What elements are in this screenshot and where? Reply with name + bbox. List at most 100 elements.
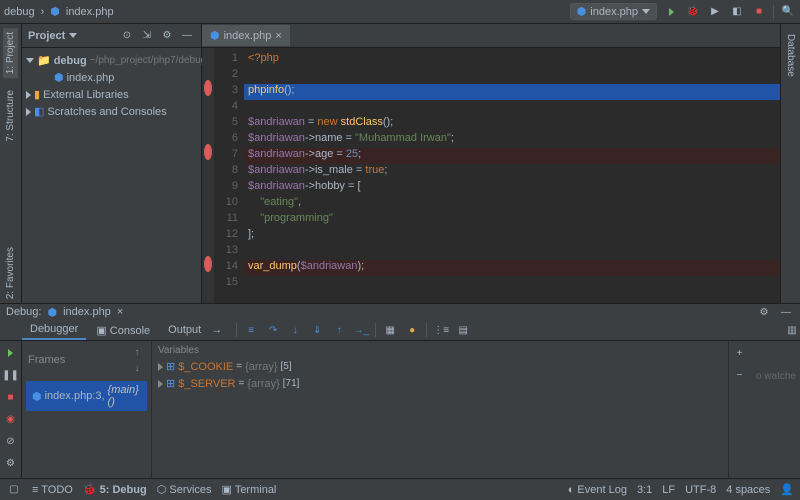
right-gutter: Database bbox=[780, 24, 800, 303]
inspector-icon[interactable]: 👤 bbox=[780, 483, 794, 496]
terminal-tool[interactable]: ▣ Terminal bbox=[222, 483, 277, 496]
project-tool-tab[interactable]: 1: Project bbox=[3, 28, 18, 78]
tree-label: index.php bbox=[67, 72, 115, 84]
editor-tabs: ⬢ index.php × bbox=[202, 24, 780, 48]
project-tree: 📁 debug ~/php_project/php7/debug ⬢ index… bbox=[22, 48, 201, 124]
line-ending[interactable]: LF bbox=[662, 484, 675, 496]
run-config-selector[interactable]: ⬢ index.php bbox=[570, 3, 657, 20]
console-icon: ▣ bbox=[96, 325, 106, 337]
stop-button[interactable]: ■ bbox=[751, 4, 767, 20]
locate-icon[interactable]: ⊙ bbox=[119, 28, 135, 44]
services-tool[interactable]: ⬡ Services bbox=[157, 483, 212, 496]
settings-icon[interactable]: ⚙ bbox=[3, 455, 19, 471]
variable-row[interactable]: ⊞ $_COOKIE = {array} [5] bbox=[154, 358, 726, 375]
run-config-label: index.php bbox=[590, 6, 638, 18]
separator bbox=[375, 323, 376, 337]
coverage-button[interactable]: ▶ bbox=[707, 4, 723, 20]
watches-hint: o watche bbox=[750, 341, 800, 493]
collapse-icon bbox=[26, 108, 31, 116]
editor-tab[interactable]: ⬢ index.php × bbox=[202, 25, 290, 46]
tool-windows-icon[interactable]: ▢ bbox=[6, 482, 22, 498]
tree-root[interactable]: 📁 debug ~/php_project/php7/debug bbox=[22, 52, 201, 69]
show-exec-point-icon[interactable]: ≡ bbox=[243, 322, 259, 338]
chevron-down-icon bbox=[642, 9, 650, 14]
favorites-tool-tab[interactable]: 2: Favorites bbox=[3, 243, 18, 303]
project-panel: Project ⊙ ⇲ ⚙ — 📁 debug ~/php_project/ph… bbox=[22, 24, 202, 303]
prev-frame-icon[interactable]: ↑ bbox=[129, 344, 145, 360]
sort-icon[interactable]: ⋮≡ bbox=[433, 322, 449, 338]
console-tab[interactable]: ▣ Console bbox=[88, 321, 158, 340]
profile-button[interactable]: ◧ bbox=[729, 4, 745, 20]
run-to-cursor-icon[interactable]: →_ bbox=[353, 322, 369, 338]
more-icon[interactable]: → bbox=[211, 324, 222, 336]
frames-header: Frames bbox=[28, 354, 65, 366]
todo-tool[interactable]: ≡ TODO bbox=[32, 484, 73, 496]
tree-scratches[interactable]: ◧ Scratches and Consoles bbox=[22, 103, 201, 120]
evaluate-icon[interactable]: ▦ bbox=[382, 322, 398, 338]
step-into-icon[interactable]: ↓ bbox=[287, 322, 303, 338]
output-tab[interactable]: Output bbox=[160, 321, 209, 339]
expand-icon[interactable]: ⇲ bbox=[139, 28, 155, 44]
database-tool-tab[interactable]: Database bbox=[783, 28, 798, 83]
gear-icon[interactable]: ⚙ bbox=[159, 28, 175, 44]
remove-watch-icon[interactable]: − bbox=[732, 367, 748, 383]
debug-tool[interactable]: 🐞 5: Debug bbox=[83, 483, 147, 496]
code-content[interactable]: <?phpphpinfo();$andriawan = new stdClass… bbox=[244, 48, 780, 303]
debug-panel: Debug: ⬢ index.php × ⚙ — Debugger ▣ Cons… bbox=[0, 303, 800, 478]
gear-icon[interactable]: ⚙ bbox=[756, 304, 772, 320]
php-file-icon: ⬢ bbox=[210, 29, 220, 42]
frames-panel: Frames ↑↓ ⬢ index.php:3, {main}() bbox=[22, 341, 152, 493]
library-icon: ▮ bbox=[34, 88, 40, 101]
breakpoint-gutter[interactable] bbox=[202, 48, 214, 303]
search-everywhere-button[interactable]: 🔍 bbox=[780, 4, 796, 20]
layout-icon[interactable]: ▥ bbox=[784, 322, 800, 338]
collapse-icon bbox=[26, 91, 31, 99]
run-button[interactable] bbox=[663, 4, 679, 20]
debugger-tab[interactable]: Debugger bbox=[22, 320, 86, 340]
tree-file[interactable]: ⬢ index.php bbox=[22, 69, 201, 86]
php-file-icon: ⬢ bbox=[32, 390, 42, 403]
breadcrumb-file[interactable]: index.php bbox=[66, 6, 114, 18]
breadcrumb-root[interactable]: debug bbox=[4, 6, 35, 18]
variable-row[interactable]: ⊞ $_SERVER = {array} [71] bbox=[154, 375, 726, 392]
cursor-position[interactable]: 3:1 bbox=[637, 484, 652, 496]
close-icon[interactable]: × bbox=[275, 30, 281, 42]
resume-button[interactable] bbox=[3, 345, 19, 361]
expand-icon bbox=[26, 58, 34, 63]
hide-icon[interactable]: — bbox=[179, 28, 195, 44]
stop-button[interactable]: ■ bbox=[3, 389, 19, 405]
chevron-down-icon[interactable] bbox=[69, 33, 77, 38]
php-file-icon: ⬢ bbox=[47, 306, 57, 319]
debug-session-label: index.php bbox=[63, 306, 111, 318]
frame-fn: {main}() bbox=[108, 384, 141, 408]
step-out-icon[interactable]: ↑ bbox=[331, 322, 347, 338]
separator bbox=[773, 5, 774, 19]
structure-tool-tab[interactable]: 7: Structure bbox=[3, 86, 18, 146]
project-panel-title: Project bbox=[28, 30, 65, 42]
indent[interactable]: 4 spaces bbox=[726, 484, 770, 496]
view-breakpoints-icon[interactable]: ◉ bbox=[3, 411, 19, 427]
trace-icon[interactable]: ● bbox=[404, 322, 420, 338]
tree-label: debug bbox=[54, 55, 87, 67]
event-log[interactable]: ◐ Event Log bbox=[568, 484, 627, 496]
force-step-into-icon[interactable]: ⇓ bbox=[309, 322, 325, 338]
editor-tab-label: index.php bbox=[224, 30, 272, 42]
tree-external-libs[interactable]: ▮ External Libraries bbox=[22, 86, 201, 103]
hide-icon[interactable]: — bbox=[778, 304, 794, 320]
mute-breakpoints-icon[interactable]: ⊘ bbox=[3, 433, 19, 449]
code-editor[interactable]: 123456789101112131415 <?phpphpinfo();$an… bbox=[202, 48, 780, 303]
close-icon[interactable]: × bbox=[117, 306, 123, 318]
php-file-icon: ⬢ bbox=[577, 5, 587, 18]
debug-button[interactable]: 🐞 bbox=[685, 4, 701, 20]
add-watch-icon[interactable]: + bbox=[732, 345, 748, 361]
encoding[interactable]: UTF-8 bbox=[685, 484, 716, 496]
php-file-icon: ⬢ bbox=[50, 5, 60, 18]
step-over-icon[interactable]: ↷ bbox=[265, 322, 281, 338]
next-frame-icon[interactable]: ↓ bbox=[129, 360, 145, 376]
stack-frame[interactable]: ⬢ index.php:3, {main}() bbox=[26, 381, 147, 411]
filter-icon[interactable]: ▤ bbox=[455, 322, 471, 338]
tree-path: ~/php_project/php7/debug bbox=[90, 55, 207, 66]
status-bar: ▢ ≡ TODO 🐞 5: Debug ⬡ Services ▣ Termina… bbox=[0, 478, 800, 500]
pause-button[interactable]: ❚❚ bbox=[3, 367, 19, 383]
separator bbox=[426, 323, 427, 337]
